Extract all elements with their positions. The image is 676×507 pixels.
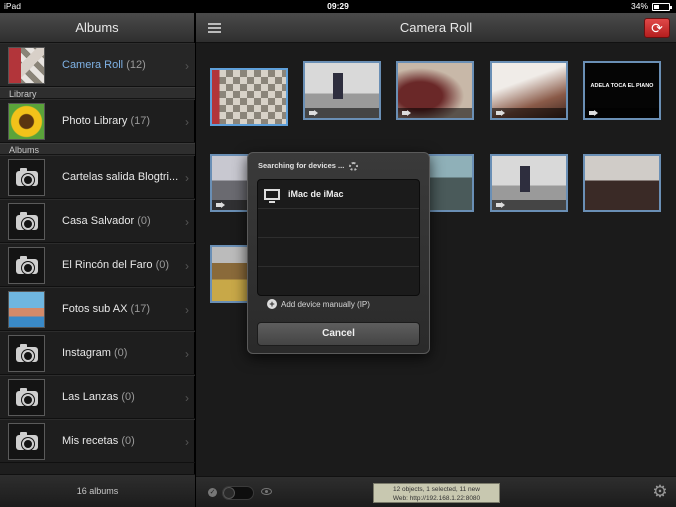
album-count: (0)	[113, 347, 128, 359]
album-count: (17)	[130, 303, 151, 315]
server-status: 12 objects, 1 selected, 11 new Web: http…	[373, 483, 500, 503]
main-header: Camera Roll ⟳	[196, 13, 676, 43]
album-row[interactable]: Instagram (0) ›	[0, 331, 195, 375]
device-search-popover: Searching for devices ... iMac de iMac +…	[247, 152, 430, 354]
page-title: Camera Roll	[399, 20, 473, 35]
albums-count-footer: 16 albums	[0, 474, 195, 507]
album-label: Photo Library	[62, 115, 128, 127]
video-icon	[398, 108, 472, 118]
album-label: Fotos sub AX	[62, 303, 128, 315]
album-row[interactable]: Casa Salvador (0) ›	[0, 199, 195, 243]
cancel-button[interactable]: Cancel	[257, 322, 420, 346]
sync-icon: ⟳	[651, 20, 663, 36]
album-count: (17)	[130, 115, 151, 127]
clock: 09:29	[327, 1, 349, 11]
album-row-photo-library[interactable]: Photo Library (17) ›	[0, 99, 195, 143]
chevron-right-icon: ›	[185, 115, 189, 129]
battery-icon	[652, 2, 672, 11]
searching-label: Searching for devices ...	[258, 161, 345, 170]
sidebar-title: Albums	[0, 13, 194, 43]
sync-button[interactable]: ⟳	[644, 18, 670, 38]
album-label: Camera Roll	[62, 59, 124, 71]
album-count: (12)	[126, 59, 146, 71]
section-header-albums: Albums	[0, 143, 195, 155]
photo-thumbnail[interactable]	[210, 245, 250, 303]
album-count: (0)	[155, 259, 170, 271]
photo-thumbnail[interactable]	[583, 154, 661, 212]
album-count: (0)	[121, 391, 135, 403]
empty-device-row	[258, 267, 419, 295]
video-icon	[585, 108, 659, 118]
chevron-right-icon: ›	[185, 259, 189, 273]
album-row[interactable]: El Rincón del Faro (0) ›	[0, 243, 195, 287]
chevron-right-icon: ›	[185, 303, 189, 317]
monitor-icon	[264, 188, 280, 203]
section-header-library: Library	[0, 87, 195, 99]
chevron-right-icon: ›	[185, 59, 189, 73]
album-row[interactable]: Mis recetas (0) ›	[0, 419, 195, 463]
album-thumbnail	[8, 290, 45, 328]
camera-icon	[8, 202, 45, 240]
video-thumbnail[interactable]	[490, 154, 568, 212]
device-list: iMac de iMac	[257, 179, 420, 296]
hamburger-icon[interactable]	[208, 23, 221, 33]
video-icon	[492, 108, 566, 118]
album-row[interactable]: Cartelas salida Blogtri... ›	[0, 155, 195, 199]
album-list[interactable]: Camera Roll (12) › Library Photo Library…	[0, 43, 195, 474]
empty-device-row	[258, 238, 419, 267]
chevron-right-icon: ›	[185, 391, 189, 405]
status-objects: 12 objects, 1 selected, 11 new	[393, 486, 480, 493]
album-label: Cartelas salida Blogtri...	[62, 171, 179, 183]
camera-icon	[8, 422, 45, 460]
album-row[interactable]: Las Lanzas (0) ›	[0, 375, 195, 419]
album-row[interactable]: Fotos sub AX (17) ›	[0, 287, 195, 331]
add-device-label: Add device manually (IP)	[281, 299, 370, 309]
chevron-right-icon: ›	[185, 215, 189, 229]
album-label: Las Lanzas	[62, 391, 119, 403]
gear-icon[interactable]: ⚙	[652, 483, 668, 500]
chevron-right-icon: ›	[185, 171, 189, 185]
add-device-manually-button[interactable]: + Add device manually (IP)	[267, 299, 370, 309]
video-icon	[305, 108, 379, 118]
chevron-right-icon: ›	[185, 347, 189, 361]
camera-icon	[8, 378, 45, 416]
video-thumbnail[interactable]	[490, 61, 568, 120]
video-thumbnail[interactable]	[396, 61, 474, 120]
album-label: Mis recetas	[62, 435, 119, 447]
video-thumbnail[interactable]: ADELA TOCA EL PIANO	[583, 61, 661, 120]
device-row[interactable]: iMac de iMac	[258, 180, 419, 209]
status-web-address: Web: http://192.168.1.22:8080	[392, 495, 481, 502]
photo-thumbnail[interactable]	[210, 68, 288, 126]
album-label: El Rincón del Faro	[62, 259, 153, 271]
check-icon: ✓	[208, 488, 217, 497]
visibility-toggle[interactable]	[222, 486, 254, 500]
battery-percent: 34%	[630, 1, 648, 11]
album-count: (0)	[137, 215, 151, 227]
eye-icon	[261, 488, 272, 495]
album-count: (0)	[121, 435, 135, 447]
spinner-icon	[349, 161, 359, 171]
album-label: Instagram	[62, 347, 111, 359]
status-bar: iPad 09:29 34%	[0, 0, 676, 13]
camera-icon	[8, 334, 45, 372]
album-row-camera-roll[interactable]: Camera Roll (12) ›	[0, 43, 195, 87]
bottom-toolbar: ✓ 12 objects, 1 selected, 11 new Web: ht…	[196, 476, 676, 507]
album-thumbnail	[8, 102, 45, 140]
video-thumbnail[interactable]	[303, 61, 381, 120]
albums-sidebar: Albums Camera Roll (12) › Library Photo …	[0, 13, 195, 507]
video-icon	[492, 200, 566, 210]
album-label: Casa Salvador	[62, 215, 135, 227]
camera-icon	[8, 246, 45, 284]
device-name-label: iMac de iMac	[288, 189, 344, 199]
chevron-right-icon: ›	[185, 435, 189, 449]
video-caption: ADELA TOCA EL PIANO	[590, 83, 654, 89]
album-thumbnail	[8, 46, 45, 84]
plus-icon: +	[267, 299, 277, 309]
camera-icon	[8, 158, 45, 196]
empty-device-row	[258, 209, 419, 238]
